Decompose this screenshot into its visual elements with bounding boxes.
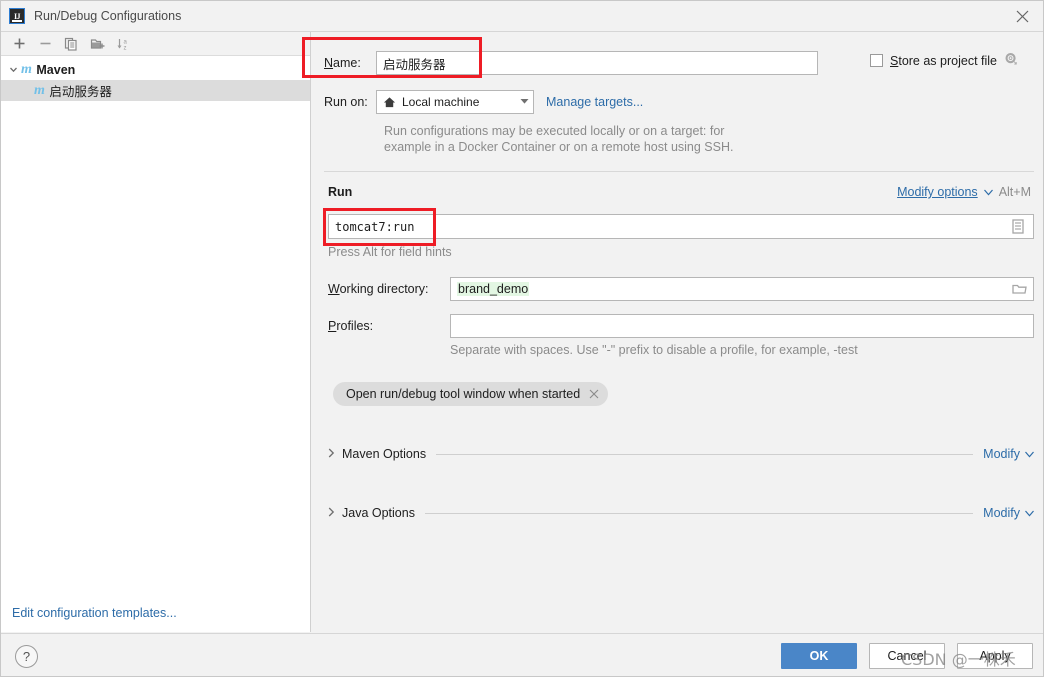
command-value: tomcat7:run: [335, 219, 415, 234]
configurations-tree: m Maven m 启动服务器: [1, 56, 310, 101]
manage-targets-link[interactable]: Manage targets...: [546, 95, 643, 109]
dialog-title: Run/Debug Configurations: [34, 9, 182, 23]
run-on-label: Run on:: [324, 95, 368, 109]
store-as-project-file-row: Store as project file: [870, 52, 1018, 69]
help-icon[interactable]: ?: [15, 645, 38, 668]
cancel-button[interactable]: Cancel: [869, 643, 945, 669]
configuration-form: Name: 启动服务器 Store as project file Run on…: [312, 32, 1043, 632]
store-as-project-file-label: Store as project file: [890, 53, 998, 68]
gear-icon[interactable]: [1004, 52, 1018, 69]
profiles-input[interactable]: [450, 314, 1034, 338]
modify-options-row: Modify options Alt+M: [897, 185, 1031, 199]
target-hint: Run configurations may be executed local…: [384, 123, 944, 155]
option-chip-container: Open run/debug tool window when started: [333, 382, 609, 406]
working-directory-label: Working directory:: [328, 282, 429, 296]
sort-az-icon[interactable]: a z: [111, 33, 135, 55]
sidebar-toolbar: a z: [1, 32, 310, 56]
run-on-row: Run on: Local machine Manage targets...: [324, 90, 643, 114]
home-icon: [383, 96, 396, 109]
section-java-options-modify-link[interactable]: Modify: [983, 506, 1020, 520]
close-icon[interactable]: [999, 1, 1043, 31]
section-maven-options-title: Maven Options: [342, 447, 427, 461]
section-maven-options-modify-link[interactable]: Modify: [983, 447, 1020, 461]
modify-options-shortcut: Alt+M: [998, 185, 1031, 199]
folder-icon[interactable]: [1012, 282, 1027, 299]
chevron-right-icon[interactable]: [328, 448, 335, 461]
chevron-down-icon: [510, 97, 529, 107]
chevron-down-icon[interactable]: [983, 185, 993, 199]
chevron-down-icon[interactable]: [1025, 506, 1034, 520]
apply-button[interactable]: Apply: [957, 643, 1033, 669]
tree-item-configuration[interactable]: m 启动服务器: [1, 80, 310, 101]
maven-icon: m: [21, 61, 32, 77]
section-divider: [436, 453, 974, 455]
tree-group-maven[interactable]: m Maven: [1, 59, 310, 80]
section-java-options-title: Java Options: [342, 506, 415, 520]
section-maven-options[interactable]: Maven Options Modify: [328, 447, 1034, 461]
profiles-row: Profiles:: [328, 314, 1034, 338]
store-as-project-file-checkbox[interactable]: [870, 54, 883, 67]
working-directory-input[interactable]: brand_demo: [450, 277, 1034, 301]
modify-options-link[interactable]: Modify options: [897, 185, 978, 199]
dialog-titlebar: IJ Run/Debug Configurations: [1, 1, 1043, 32]
command-field[interactable]: tomcat7:run: [328, 214, 1034, 239]
ok-button[interactable]: OK: [781, 643, 857, 669]
run-on-select[interactable]: Local machine: [376, 90, 534, 114]
open-tool-window-chip[interactable]: Open run/debug tool window when started: [333, 382, 609, 406]
add-configuration-button[interactable]: [7, 33, 31, 55]
section-java-options[interactable]: Java Options Modify: [328, 506, 1034, 520]
chevron-down-icon[interactable]: [5, 65, 21, 74]
configurations-sidebar: a z m Maven m 启动服务器 Edit configuration t: [1, 32, 311, 632]
remove-configuration-button[interactable]: [33, 33, 57, 55]
name-label: Name:: [324, 56, 361, 70]
open-tool-window-chip-label: Open run/debug tool window when started: [346, 387, 581, 401]
intellij-idea-logo-icon: IJ: [9, 8, 25, 24]
working-directory-value: brand_demo: [457, 282, 530, 296]
maven-icon: m: [34, 82, 45, 98]
copy-configuration-icon[interactable]: [59, 33, 83, 55]
edit-configuration-templates-link[interactable]: Edit configuration templates...: [12, 606, 177, 620]
folder-add-icon[interactable]: [85, 33, 109, 55]
dialog-footer: ? OK Cancel Apply: [1, 633, 1043, 676]
section-divider: [424, 512, 974, 514]
command-hint: Press Alt for field hints: [328, 245, 452, 259]
run-on-value: Local machine: [402, 95, 480, 109]
chevron-right-icon[interactable]: [328, 507, 335, 520]
form-divider: [324, 171, 1034, 172]
close-icon[interactable]: [589, 388, 599, 401]
chevron-down-icon[interactable]: [1025, 447, 1034, 461]
working-directory-row: Working directory: brand_demo: [328, 277, 1034, 301]
target-hint-line-2: example in a Docker Container or on a re…: [384, 140, 734, 154]
profiles-hint: Separate with spaces. Use "-" prefix to …: [450, 343, 858, 357]
tree-item-label: 启动服务器: [49, 84, 112, 99]
name-input[interactable]: 启动服务器: [376, 51, 818, 75]
tree-group-label: Maven: [36, 62, 76, 77]
run-debug-configurations-dialog: IJ Run/Debug Configurations a z m Maven …: [0, 0, 1044, 677]
expand-editor-icon[interactable]: [1011, 219, 1025, 237]
target-hint-line-1: Run configurations may be executed local…: [384, 124, 725, 138]
svg-text:z: z: [123, 45, 126, 51]
profiles-label: Profiles:: [328, 319, 374, 333]
run-section-title: Run: [328, 185, 353, 199]
footer-buttons: OK Cancel Apply: [781, 643, 1033, 669]
